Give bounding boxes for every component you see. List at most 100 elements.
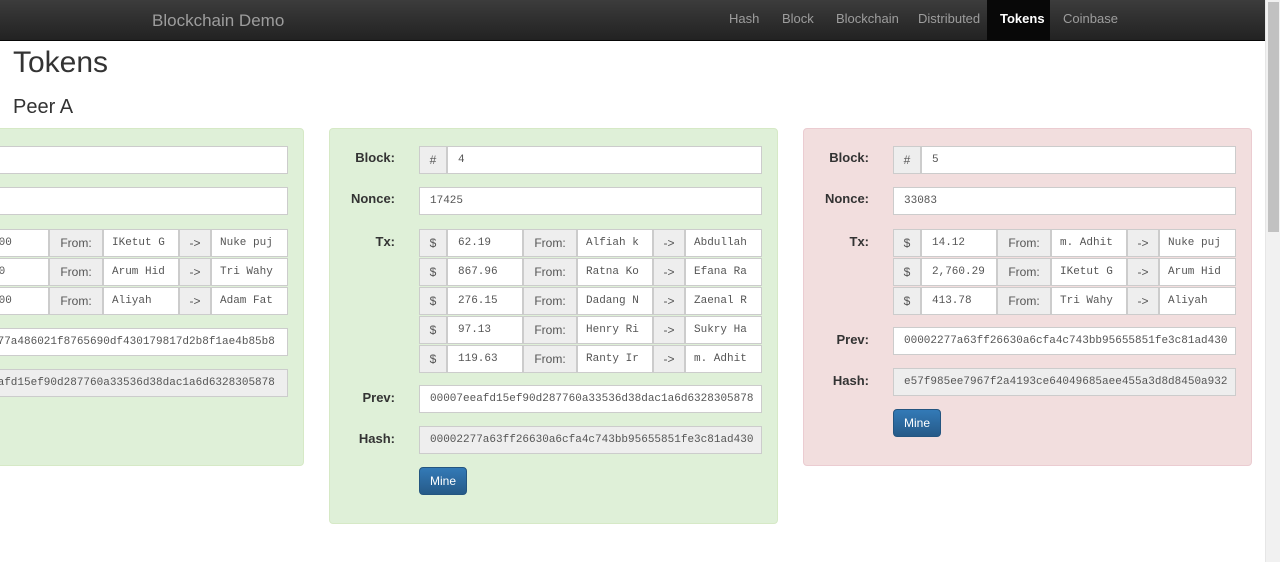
nonce-label: Nonce: (824, 191, 869, 206)
tx-amount-input[interactable]: 276.15 (447, 287, 523, 315)
tx-amount-input[interactable]: 97.13 (447, 316, 523, 344)
tx-arrow-label: -> (179, 287, 211, 315)
tx-to-input[interactable]: Arum Hid (1159, 258, 1236, 286)
tx-label: Tx: (375, 234, 396, 249)
tx-from-label: From: (49, 258, 103, 286)
hash-label: Hash: (832, 373, 869, 388)
block-card-2: Block: # 5 Nonce: 33083 Tx: $ 14.12 From… (803, 128, 1252, 466)
block-label: Block: (355, 150, 395, 165)
tx-from-label: From: (49, 287, 103, 315)
nonce-input[interactable]: 17425 (419, 187, 762, 215)
tx-arrow-label: -> (653, 258, 685, 286)
page-title: Tokens (13, 46, 109, 79)
tx-to-input[interactable]: Nuke puj (211, 229, 288, 257)
tx-amount-input[interactable]: 14.12 (921, 229, 997, 257)
nonce-label: Nonce: (350, 191, 395, 206)
nav-coinbase[interactable]: Coinbase (1050, 0, 1131, 40)
tx-from-input[interactable]: m. Adhit (1051, 229, 1127, 257)
navbar: Blockchain Demo Hash Block Blockchain Di… (0, 0, 1265, 41)
tx-from-label: From: (997, 229, 1051, 257)
dollar-addon: $ (893, 287, 921, 315)
dollar-addon: $ (419, 316, 447, 344)
tx-arrow-label: -> (653, 345, 685, 373)
tx-from-input[interactable]: Ranty Ir (577, 345, 653, 373)
nav-blockchain[interactable]: Blockchain (823, 0, 912, 40)
tx-to-input[interactable]: Nuke puj (1159, 229, 1236, 257)
tx-from-input[interactable]: Dadang N (577, 287, 653, 315)
tx-from-label: From: (997, 258, 1051, 286)
tx-from-label: From: (49, 229, 103, 257)
tx-amount-input[interactable]: 2,760.29 (921, 258, 997, 286)
page-scrollbar[interactable] (1265, 0, 1280, 562)
prev-label: Prev: (836, 332, 869, 347)
tx-amount-input[interactable]: 119.63 (447, 345, 523, 373)
tx-arrow-label: -> (179, 258, 211, 286)
tx-amount-input[interactable]: 00 (0, 258, 49, 286)
dollar-addon: $ (893, 229, 921, 257)
hash-output: e57f985ee7967f2a4193ce64049685aee455a3d8… (893, 368, 1236, 396)
tx-from-label: From: (523, 229, 577, 257)
tx-to-input[interactable]: Aliyah (1159, 287, 1236, 315)
mine-button[interactable]: Mine (893, 409, 941, 437)
tx-amount-input[interactable]: .00 (0, 229, 49, 257)
tx-arrow-label: -> (653, 287, 685, 315)
prev-hash-input[interactable]: 00002277a63ff26630a6cfa4c743bb95655851fe… (893, 327, 1236, 355)
hash-sign-addon: # (419, 146, 447, 174)
tx-arrow-label: -> (653, 229, 685, 257)
nonce-input[interactable] (0, 187, 288, 215)
nav-hash[interactable]: Hash (716, 0, 772, 40)
mine-button[interactable]: Mine (419, 467, 467, 495)
scrollbar-thumb[interactable] (1268, 2, 1279, 232)
tx-amount-input[interactable]: .00 (0, 287, 49, 315)
nonce-input[interactable]: 33083 (893, 187, 1236, 215)
tx-from-input[interactable]: Aliyah (103, 287, 179, 315)
tx-from-label: From: (523, 345, 577, 373)
prev-hash-input[interactable]: 00007eeafd15ef90d287760a33536d38dac1a6d6… (419, 385, 762, 413)
tx-to-input[interactable]: m. Adhit (685, 345, 762, 373)
tx-amount-input[interactable]: 413.78 (921, 287, 997, 315)
prev-hash-input[interactable]: f77a486021f8765690df430179817d2b8f1ae4b8… (0, 328, 288, 356)
tx-to-input[interactable]: Tri Wahy (211, 258, 288, 286)
brand[interactable]: Blockchain Demo (152, 11, 284, 31)
tx-to-input[interactable]: Abdullah (685, 229, 762, 257)
dollar-addon: $ (893, 258, 921, 286)
tx-to-input[interactable]: Adam Fat (211, 287, 288, 315)
nav-block[interactable]: Block (769, 0, 827, 40)
block-number-input[interactable]: 5 (921, 146, 1236, 174)
dollar-addon: $ (419, 229, 447, 257)
tx-from-label: From: (523, 287, 577, 315)
nav-distributed[interactable]: Distributed (905, 0, 993, 40)
block-number-input[interactable]: 4 (447, 146, 762, 174)
tx-label: Tx: (849, 234, 870, 249)
tx-from-input[interactable]: Arum Hid (103, 258, 179, 286)
tx-from-input[interactable]: Ratna Ko (577, 258, 653, 286)
tx-from-input[interactable]: IKetut G (103, 229, 179, 257)
tx-to-input[interactable]: Efana Ra (685, 258, 762, 286)
tx-from-label: From: (523, 316, 577, 344)
tx-from-input[interactable]: IKetut G (1051, 258, 1127, 286)
hash-output: 00002277a63ff26630a6cfa4c743bb95655851fe… (419, 426, 762, 454)
nav-tokens[interactable]: Tokens (987, 0, 1050, 40)
tx-arrow-label: -> (1127, 258, 1159, 286)
tx-arrow-label: -> (653, 316, 685, 344)
tx-amount-input[interactable]: 62.19 (447, 229, 523, 257)
block-card-0: .00 From: IKetut G -> Nuke puj 00 From: … (0, 128, 304, 466)
tx-to-input[interactable]: Zaenal R (685, 287, 762, 315)
tx-amount-input[interactable]: 867.96 (447, 258, 523, 286)
tx-arrow-label: -> (1127, 287, 1159, 315)
prev-label: Prev: (362, 390, 395, 405)
tx-to-input[interactable]: Sukry Ha (685, 316, 762, 344)
tx-from-input[interactable]: Alfiah k (577, 229, 653, 257)
tx-from-label: From: (997, 287, 1051, 315)
hash-sign-addon: # (893, 146, 921, 174)
tx-from-input[interactable]: Tri Wahy (1051, 287, 1127, 315)
tx-from-label: From: (523, 258, 577, 286)
block-card-1: Block: # 4 Nonce: 17425 Tx: $ 62.19 From… (329, 128, 778, 524)
tx-from-input[interactable]: Henry Ri (577, 316, 653, 344)
block-label: Block: (829, 150, 869, 165)
peer-title: Peer A (13, 96, 74, 118)
block-number-input[interactable] (0, 146, 288, 174)
tx-arrow-label: -> (1127, 229, 1159, 257)
dollar-addon: $ (419, 287, 447, 315)
hash-output: eafd15ef90d287760a33536d38dac1a6d6328305… (0, 369, 288, 397)
